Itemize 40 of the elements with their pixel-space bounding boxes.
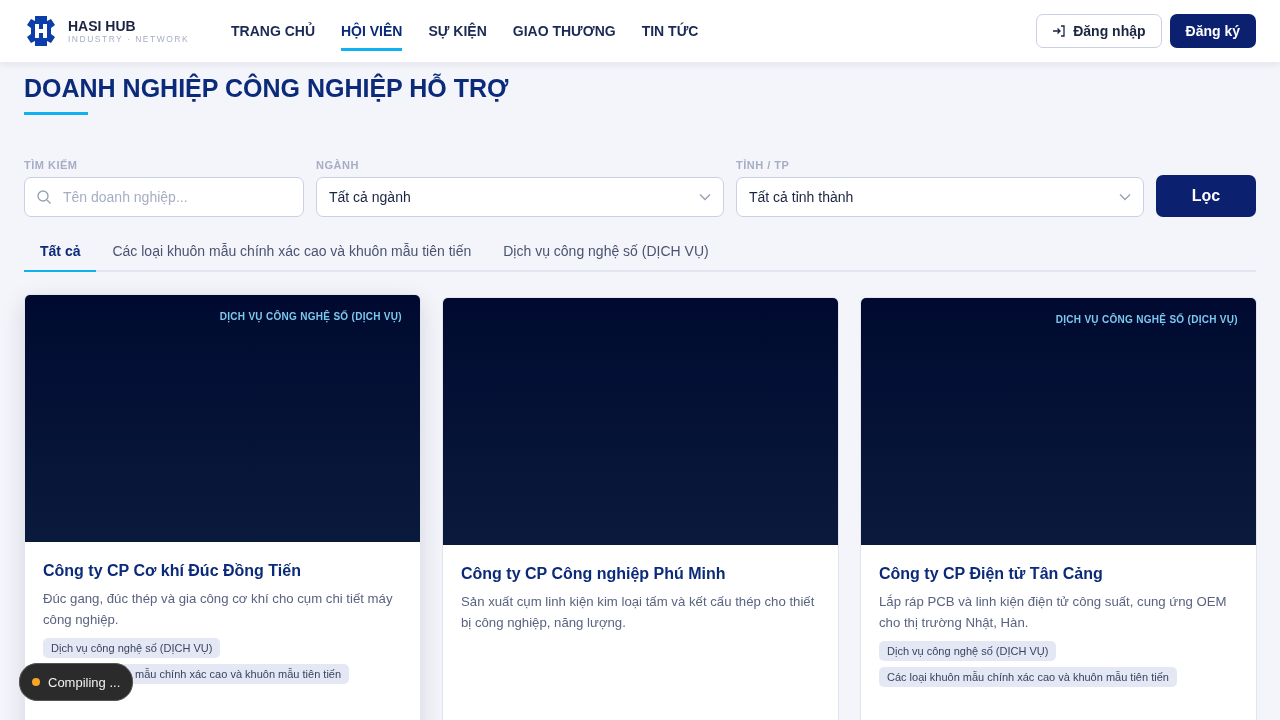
company-description: Lắp ráp PCB và linh kiện điện tử công suất, cung ứng OEM cho thị trường Nhật, Hàn.: [879, 593, 1228, 632]
nav-link[interactable]: TRANG CHỦ: [231, 14, 315, 51]
company-name: Công ty CP Điện tử Tân Cảng: [879, 565, 1104, 583]
category-tab[interactable]: Tất cả: [24, 235, 97, 272]
category-label: DỊCH VỤ CÔNG NGHỆ SỐ (DỊCH VỤ): [1055, 314, 1238, 325]
company-card[interactable]: [24, 294, 421, 720]
company-description: Đúc gang, đúc thép và gia công cơ khí cho cụm chi tiết máy công nghiệp.: [43, 590, 394, 629]
chevron-down-icon: [699, 193, 711, 201]
filter-label: TỈNH / TP: [736, 159, 791, 171]
company-name: Công ty CP Công nghiệp Phú Minh: [461, 565, 727, 583]
search-field[interactable]: Tên doanh nghiệp...: [24, 177, 304, 217]
register-button[interactable]: Đăng ký: [1169, 14, 1256, 48]
company-card[interactable]: Công ty CP Công nghiệp Phú Minh Sản xuất cụm linh kiện kim loại tấm và kết cấu thép cho thiết bị công nghiệp, năng lượng.: [442, 297, 839, 720]
industry-tag: Các loại khuôn mẫu chính xác cao và khuôn mẫu tiên tiến: [879, 667, 1177, 687]
login-icon: [1052, 24, 1067, 38]
category-tab[interactable]: Dịch vụ công nghệ số (DỊCH VỤ): [487, 235, 725, 272]
login-button[interactable]: Đăng nhập: [1036, 14, 1162, 48]
search-icon: [36, 189, 52, 205]
nav-link[interactable]: GIAO THƯƠNG: [512, 14, 616, 51]
nav-link[interactable]: TIN TỨC: [641, 14, 699, 51]
status-dot: [32, 678, 40, 686]
filter-label: NGÀNH: [316, 159, 360, 171]
nav-link[interactable]: SỰ KIỆN: [428, 14, 487, 51]
province-select[interactable]: Tất cả tỉnh thành: [736, 177, 1144, 217]
company-card[interactable]: [860, 297, 1257, 720]
brand-name: HASI HUB: [68, 17, 137, 34]
industry-tag: Dịch vụ công nghệ số (DỊCH VỤ): [43, 638, 221, 658]
filter-button[interactable]: Lọc: [1156, 175, 1256, 217]
category-label: DỊCH VỤ CÔNG NGHỆ SỐ (DỊCH VỤ): [219, 311, 402, 322]
company-name: Công ty CP Cơ khí Đúc Đồng Tiến: [43, 562, 302, 580]
nav-link[interactable]: HỘI VIÊN: [341, 14, 403, 51]
industry-tag: Dịch vụ công nghệ số (DỊCH VỤ): [879, 641, 1057, 661]
company-description: Sản xuất cụm linh kiện kim loại tấm và kết cấu thép cho thiết bị công nghiệp, năng lượng.: [461, 593, 816, 632]
category-tab[interactable]: Các loại khuôn mẫu chính xác cao và khuôn mẫu tiên tiến: [96, 235, 488, 272]
brand-tagline: INDUSTRY · NETWORK: [68, 33, 190, 45]
filter-label: TÌM KIẾM: [24, 159, 79, 171]
logo-icon: [24, 14, 58, 48]
industry-select[interactable]: Tất cả ngành: [316, 177, 724, 217]
page-title: DOANH NGHIỆP CÔNG NGHIỆP HỖ TRỢ: [24, 72, 510, 104]
chevron-down-icon: [1119, 193, 1131, 201]
